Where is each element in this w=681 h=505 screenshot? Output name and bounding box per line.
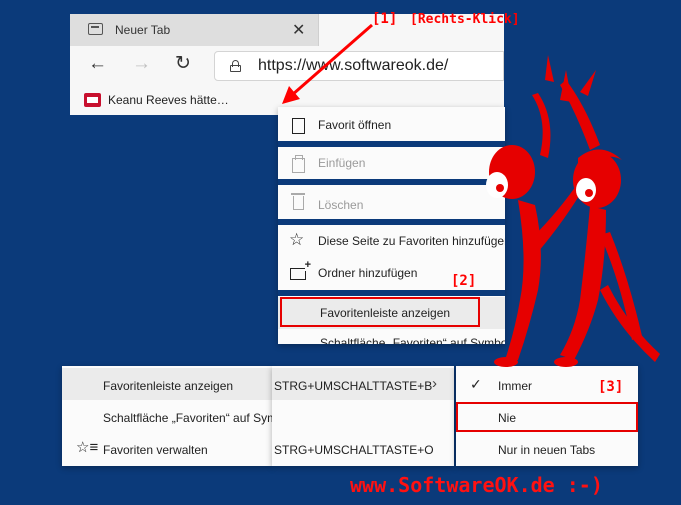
- watermark-text: www.SoftwareOK.de :-): [350, 473, 603, 497]
- dancing-figure-right: [554, 80, 660, 367]
- annotation-arrow: [291, 23, 373, 97]
- annotation-step2: [2]: [451, 273, 477, 289]
- annotation-right-click: [Rechts-Klick]: [410, 12, 520, 27]
- annotation-step1: [1]: [372, 11, 398, 27]
- annotation-step3: [3]: [598, 379, 624, 395]
- annotation-overlay: [282, 23, 660, 367]
